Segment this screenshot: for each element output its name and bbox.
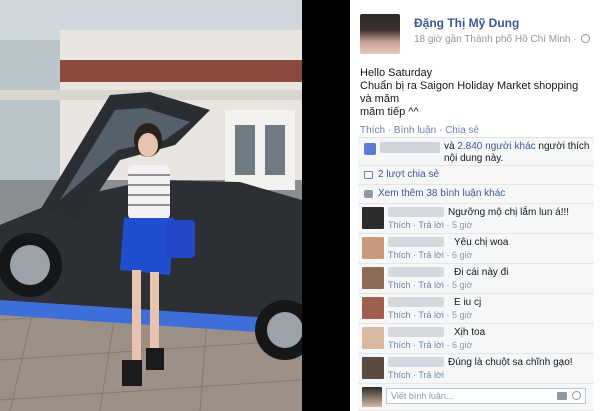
camera-icon[interactable] [557, 392, 567, 400]
comment-reply-link[interactable]: Trả lời [418, 280, 444, 290]
comment-text: Ngưỡng mộ chị lắm lun á!!! [448, 207, 570, 218]
comment-item: Ngưỡng mộ chị lắm lun á!!! Thích · Trả lờ… [358, 204, 594, 234]
comment-input-placeholder: Viết bình luận... [391, 391, 454, 401]
comment-text: Xịh toa [454, 327, 486, 338]
post-text: Hello Saturday Chuẩn bị ra Saigon Holida… [360, 67, 592, 119]
comment-timestamp[interactable]: 6 giờ [452, 340, 472, 350]
comment-meta: Thích · Trả lời · 6 giờ [388, 340, 472, 350]
commenter-avatar[interactable] [362, 207, 384, 229]
commenter-avatar[interactable] [362, 237, 384, 259]
commenter-avatar[interactable] [362, 297, 384, 319]
viewer-avatar [362, 387, 382, 407]
commenter-name-redacted[interactable] [388, 297, 444, 307]
post-text-line: Hello Saturday [360, 67, 433, 79]
separator: · [385, 125, 394, 136]
commenter-name-redacted[interactable] [388, 207, 444, 217]
comment-like-link[interactable]: Thích [388, 310, 411, 320]
comment-reply-link[interactable]: Trả lời [418, 310, 444, 320]
comment-timestamp[interactable]: 5 giờ [452, 220, 472, 230]
comment-like-link[interactable]: Thích [388, 370, 411, 380]
separator: · [443, 280, 452, 290]
likes-others-link[interactable]: 2.840 người khác [457, 141, 535, 152]
likes-text: và 2.840 người khác người thích nội dung… [444, 141, 590, 165]
share-icon [364, 171, 373, 179]
commenter-name-redacted[interactable] [388, 267, 444, 277]
commenter-name-redacted[interactable] [388, 327, 444, 337]
emoji-icon[interactable] [572, 391, 581, 400]
likes-pre: và [444, 141, 458, 152]
globe-icon [581, 34, 591, 43]
comment-list: Ngưỡng mộ chị lắm lun á!!! Thích · Trả lờ… [358, 204, 594, 384]
separator: · [443, 250, 452, 260]
comment-text: Yêu chị woa [454, 237, 509, 248]
reply-box: Viết bình luận... [358, 384, 594, 411]
comment-item: Đi cái này đi Thích · Trả lời · 5 giờ [358, 264, 594, 294]
comment-like-link[interactable]: Thích [388, 340, 411, 350]
post-sidebar: Đặng Thị Mỹ Dung 18 giờ gần Thành phố Hồ… [350, 0, 600, 411]
view-more-comments-label[interactable]: Xem thêm 38 bình luận khác [378, 188, 505, 199]
post-text-line: măm tiếp ^^ [360, 106, 419, 118]
comment-timestamp[interactable]: 6 giờ [452, 250, 472, 260]
comment-timestamp[interactable]: 5 giờ [452, 310, 472, 320]
view-more-comments[interactable]: Xem thêm 38 bình luận khác [358, 185, 594, 204]
comment-item: E iu cj Thích · Trả lời · 5 giờ [358, 294, 594, 324]
comment-reply-link[interactable]: Trả lời [418, 250, 444, 260]
separator: · [443, 220, 452, 230]
commenter-avatar[interactable] [362, 267, 384, 289]
comment-text: E iu cj [454, 297, 482, 308]
author-avatar[interactable] [360, 14, 400, 54]
comment-reply-link[interactable]: Trả lời [418, 220, 444, 230]
post-meta: 18 giờ gần Thành phố Hồ Chí Minh · [414, 34, 591, 45]
commenter-avatar[interactable] [362, 327, 384, 349]
post-text-line: Chuẩn bị ra Saigon Holiday Market shoppi… [360, 80, 579, 105]
post-photo[interactable] [0, 0, 302, 411]
comment-reply-link[interactable]: Trả lời [418, 370, 444, 380]
comment-meta: Thích · Trả lời · 5 giờ [388, 280, 472, 290]
like-link[interactable]: Thích [360, 125, 385, 136]
feedback-panel: và 2.840 người khác người thích nội dung… [358, 137, 594, 411]
comment-link[interactable]: Bình luận [394, 125, 436, 136]
comment-like-link[interactable]: Thích [388, 220, 411, 230]
comment-item: Xịh toa Thích · Trả lời · 6 giờ [358, 324, 594, 354]
comment-item: Đúng là chuột sa chĩnh gạo! Thích · Trả l… [358, 354, 594, 384]
comment-text: Đúng là chuột sa chĩnh gạo! [448, 357, 573, 368]
shares-row[interactable]: 2 lượt chia sẻ [358, 166, 594, 185]
redacted-name [380, 142, 440, 153]
separator: · [436, 125, 446, 136]
author-name[interactable]: Đặng Thị Mỹ Dung [414, 16, 519, 30]
photo-illustration [0, 0, 302, 411]
separator: · [443, 340, 452, 350]
comment-item: Yêu chị woa Thích · Trả lời · 6 giờ [358, 234, 594, 264]
commenter-name-redacted[interactable] [388, 357, 444, 367]
share-link[interactable]: Chia sẻ [445, 125, 479, 136]
commenter-name-redacted[interactable] [388, 237, 444, 247]
thumbs-up-icon [364, 143, 376, 155]
post-meta-text: 18 giờ gần Thành phố Hồ Chí Minh · [414, 34, 577, 45]
comment-icon [364, 190, 373, 198]
comment-text: Đi cái này đi [454, 267, 509, 278]
comment-meta: Thích · Trả lời · 5 giờ [388, 310, 472, 320]
comment-input[interactable]: Viết bình luận... [386, 388, 586, 404]
likes-summary: và 2.840 người khác người thích nội dung… [358, 138, 594, 166]
commenter-avatar[interactable] [362, 357, 384, 379]
comment-like-link[interactable]: Thích [388, 280, 411, 290]
comment-meta: Thích · Trả lời [388, 370, 444, 380]
post-actions: Thích · Bình luận · Chia sẻ [360, 125, 479, 136]
comment-meta: Thích · Trả lời · 5 giờ [388, 220, 472, 230]
comment-like-link[interactable]: Thích [388, 250, 411, 260]
shares-count[interactable]: 2 lượt chia sẻ [378, 169, 439, 180]
comment-timestamp[interactable]: 5 giờ [452, 280, 472, 290]
separator: · [443, 310, 452, 320]
comment-meta: Thích · Trả lời · 6 giờ [388, 250, 472, 260]
comment-reply-link[interactable]: Trả lời [418, 340, 444, 350]
